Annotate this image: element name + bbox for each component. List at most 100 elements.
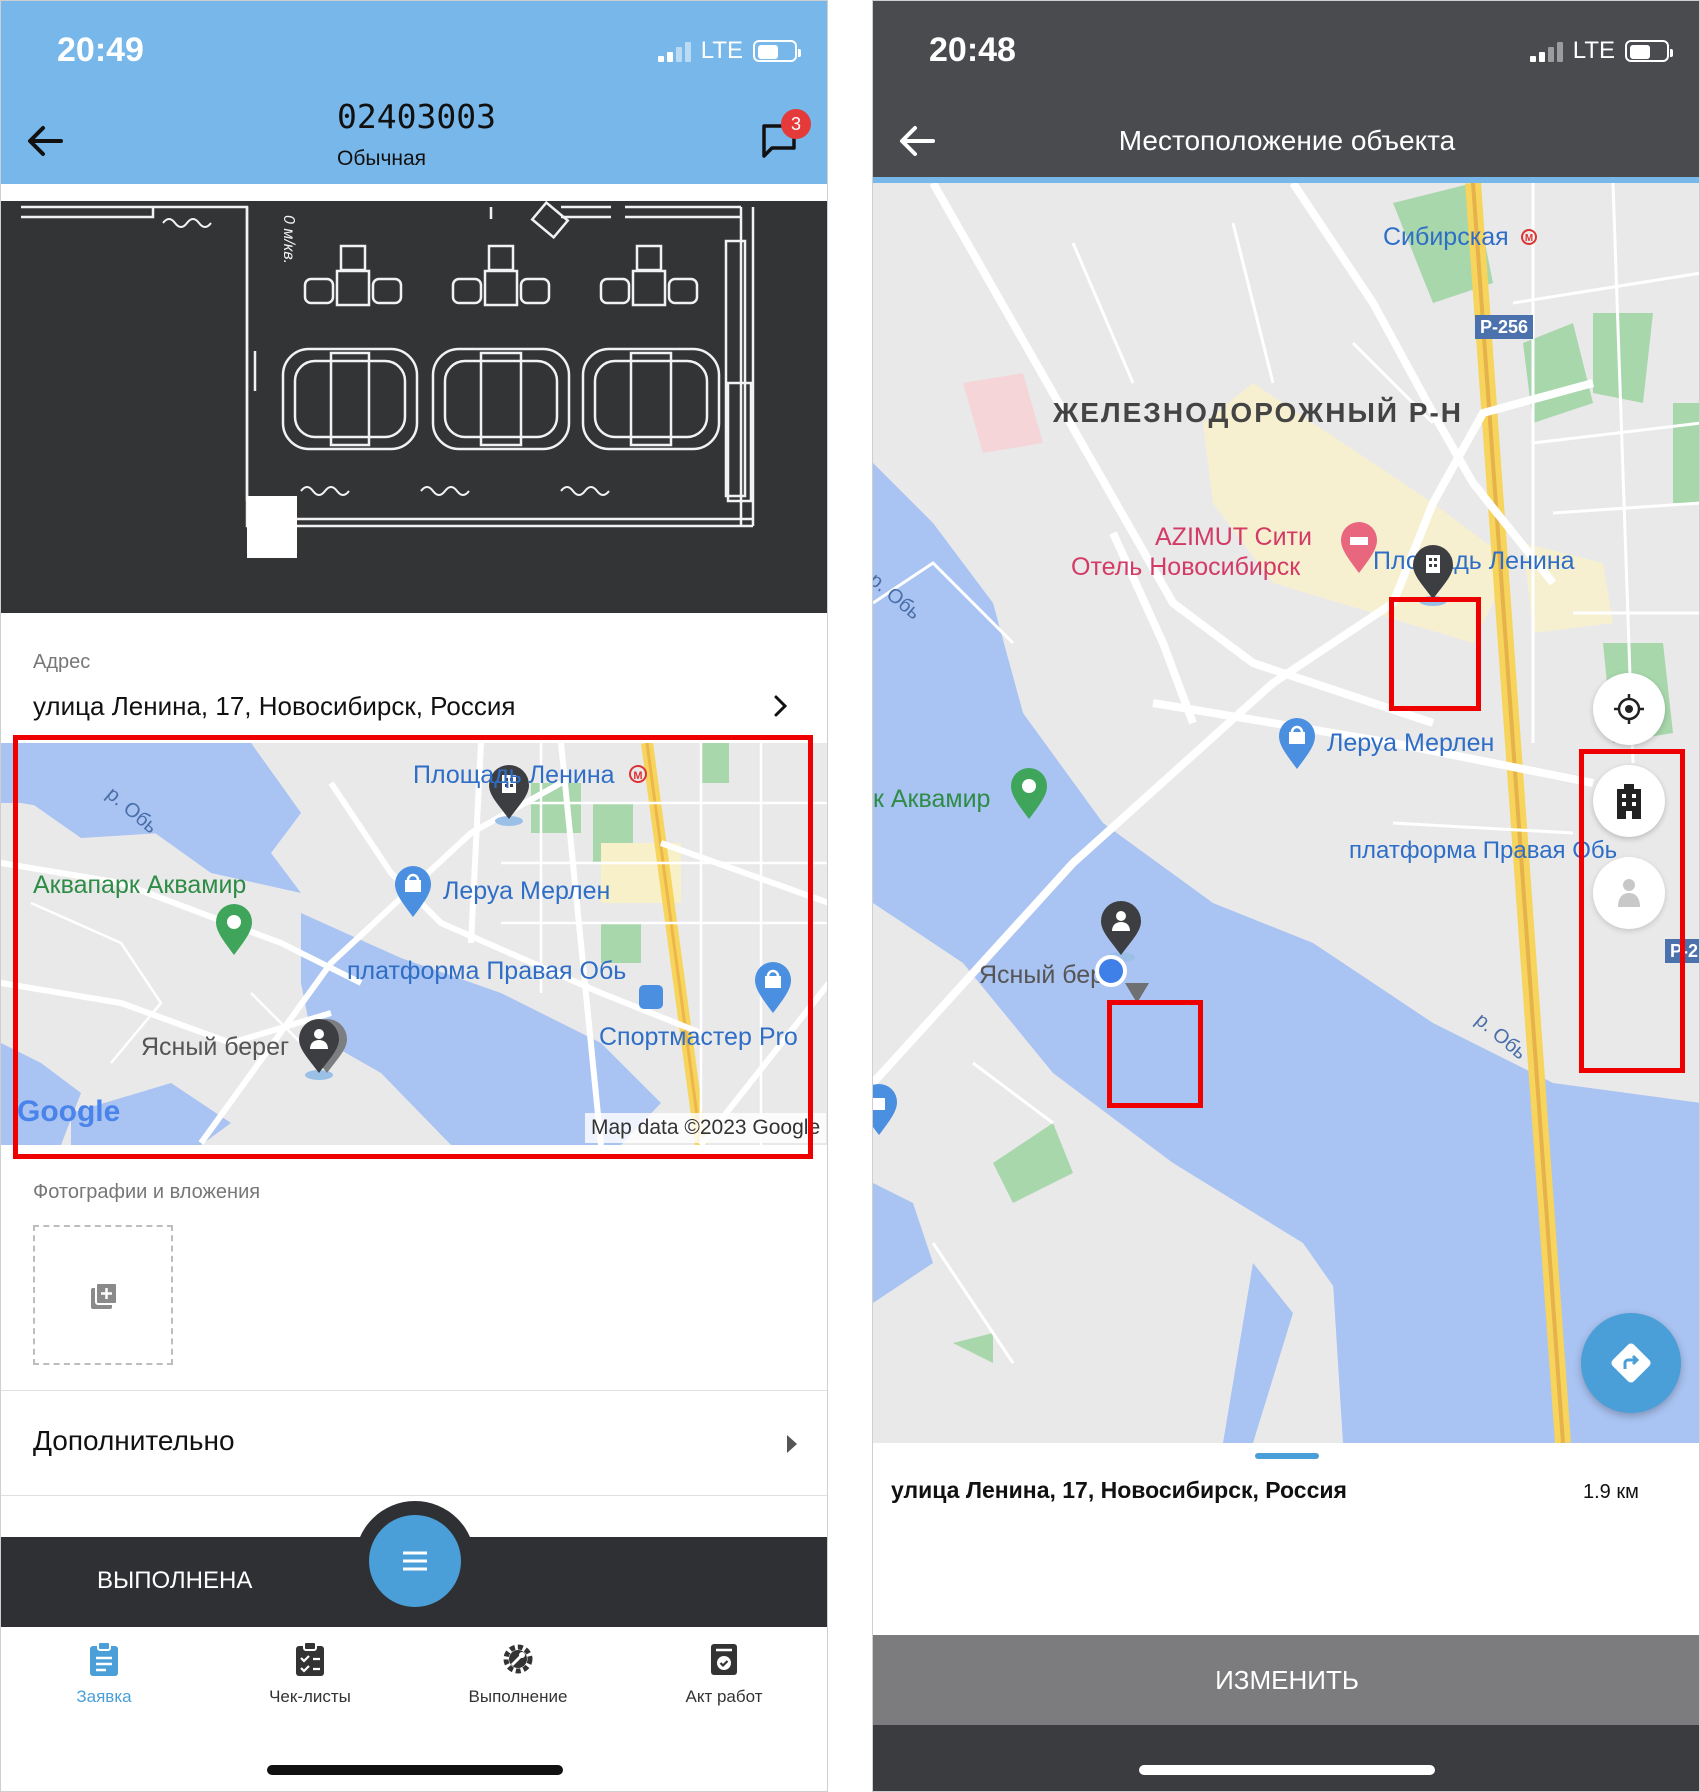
divider	[1, 1495, 827, 1496]
arrow-left-icon	[28, 126, 63, 156]
checklist-icon	[296, 1641, 324, 1676]
ticket-number: 02403003	[337, 97, 496, 136]
menu-icon	[403, 1551, 427, 1571]
bottom-sheet: улица Ленина, 17, Новосибирск, Россия 1.…	[873, 1443, 1699, 1635]
network-label: LTE	[700, 37, 743, 64]
app-header: 20:49 LTE 02403003 Обычная 3	[1, 1, 827, 184]
back-button[interactable]	[23, 119, 67, 163]
store-pin-icon[interactable]	[393, 865, 433, 917]
battery-icon	[753, 40, 801, 62]
triangle-right-icon	[787, 1435, 797, 1453]
object-marker-building[interactable]	[1411, 545, 1455, 607]
change-button[interactable]: ИЗМЕНИТЬ	[873, 1635, 1699, 1725]
map-label-aquapark: к Аквамир	[873, 785, 991, 813]
metro-icon: M	[1521, 229, 1537, 245]
floor-plan-image[interactable]: 0 м/кв.	[1, 201, 827, 613]
bottom-safe-area	[873, 1725, 1699, 1791]
building-icon	[1617, 784, 1641, 819]
route-button[interactable]	[1581, 1313, 1681, 1413]
map-label-store: Леруа Мерлен	[443, 877, 611, 905]
directions-icon	[1611, 1343, 1651, 1383]
aquapark-pin-icon[interactable]	[1009, 767, 1049, 819]
home-indicator	[267, 1765, 563, 1775]
show-object-button[interactable]	[1593, 765, 1665, 837]
gear-wrench-icon	[503, 1644, 533, 1674]
metro-icon: M	[629, 765, 647, 783]
right-screen: 20:48 LTE Местоположение объекта Сибирск…	[872, 0, 1700, 1792]
map-attribution: Map data ©2023 Google	[585, 1113, 827, 1143]
status-indicators: LTE	[1529, 37, 1673, 65]
tab-request[interactable]: Заявка	[19, 1641, 189, 1707]
crosshair-icon	[1614, 694, 1644, 724]
battery-icon	[1625, 40, 1673, 62]
map-label-station: Сибирская	[1383, 223, 1509, 251]
tab-label: Заявка	[76, 1687, 132, 1706]
location-map-drawing	[873, 183, 1699, 1443]
clipboard-icon	[90, 1641, 118, 1676]
address-label: Адрес	[33, 651, 91, 673]
tab-label: Выполнение	[468, 1687, 568, 1706]
train-icon	[639, 985, 663, 1009]
map-label-store: Леруа Мерлен	[1327, 729, 1495, 757]
google-logo: Google	[17, 1095, 121, 1128]
network-label: LTE	[1572, 37, 1615, 64]
map-label-district: Ясный берег	[141, 1033, 290, 1061]
map-label-hotel-1: AZIMUT Сити	[1155, 523, 1312, 551]
signal-icon	[657, 40, 691, 62]
floor-plan-drawing	[21, 201, 755, 558]
change-button-label: ИЗМЕНИТЬ	[1215, 1665, 1359, 1695]
map-label-aquapark: Аквапарк Аквамир	[33, 871, 247, 899]
store-pin-icon-2[interactable]	[873, 1083, 899, 1135]
map-preview[interactable]: M Площадь Ленина Леруа Мерлен Аквапарк А…	[1, 743, 827, 1145]
left-screen: 20:49 LTE 02403003 Обычная 3 0 м/кв. Адр…	[0, 0, 828, 1792]
sheet-address: улица Ленина, 17, Новосибирск, Россия	[891, 1477, 1347, 1503]
extra-label: Дополнительно	[33, 1425, 235, 1456]
sheet-distance: 1.9 км	[1583, 1481, 1639, 1503]
add-photo-icon	[91, 1282, 118, 1309]
tab-act[interactable]: Акт работ	[639, 1641, 809, 1707]
show-worker-button[interactable]	[1593, 857, 1665, 929]
status-time: 20:48	[929, 31, 1016, 69]
map-label-metro: Площадь Ленина	[413, 761, 615, 789]
chat-button[interactable]: 3	[759, 109, 811, 163]
store-pin-icon-2[interactable]	[753, 961, 793, 1013]
app-header: 20:48 LTE Местоположение объекта	[873, 1, 1699, 181]
chat-badge: 3	[781, 109, 811, 139]
worker-marker[interactable]	[297, 1019, 349, 1081]
map-label-hotel-2: Отель Новосибирск	[1071, 553, 1301, 581]
floor-plan-note: 0 м/кв.	[280, 215, 297, 265]
address-value: улица Ленина, 17, Новосибирск, Россия	[33, 691, 516, 721]
sofas	[281, 347, 721, 451]
ticket-priority: Обычная	[337, 147, 427, 170]
map-label-sport: Спортмастер Pro	[599, 1023, 798, 1051]
chevron-right-icon	[774, 695, 788, 717]
sheet-handle[interactable]	[1255, 1453, 1319, 1459]
page-title: Местоположение объекта	[1118, 125, 1456, 156]
menu-fab-button[interactable]	[369, 1515, 461, 1607]
worker-icon	[1618, 879, 1640, 907]
road-badge-2: Р-2	[1665, 939, 1699, 963]
tab-label: Акт работ	[685, 1687, 763, 1706]
status-time: 20:49	[57, 31, 144, 69]
home-indicator	[1139, 1765, 1435, 1775]
act-icon	[711, 1644, 737, 1675]
map-label-district: ЖЕЛЕЗНОДОРОЖНЫЙ Р-Н	[1053, 397, 1463, 428]
map-label-platform: платформа Правая Обь	[347, 957, 627, 985]
tab-label: Чек-листы	[269, 1687, 351, 1706]
locate-me-button[interactable]	[1593, 673, 1665, 745]
map-label-metro: Площадь Ленина	[1373, 547, 1575, 575]
tab-checklists[interactable]: Чек-листы	[225, 1641, 395, 1707]
road-badge-1: Р-256	[1475, 315, 1534, 339]
store-pin-icon[interactable]	[1277, 717, 1317, 769]
tab-execution[interactable]: Выполнение	[433, 1641, 603, 1707]
aquapark-pin-icon[interactable]	[214, 903, 254, 955]
status-indicators: LTE	[657, 37, 801, 65]
ticket-status-label: ВЫПОЛНЕНА	[97, 1567, 253, 1594]
location-map[interactable]: Сибирская M Р-256 Р-2 ЖЕЛЕЗНОДОРОЖНЫЙ Р-…	[873, 183, 1699, 1443]
add-attachment-button[interactable]	[33, 1225, 173, 1365]
extra-row[interactable]: Дополнительно	[1, 1391, 827, 1495]
signal-icon	[1529, 40, 1563, 62]
my-location-dot	[1095, 955, 1149, 1003]
attachments-label: Фотографии и вложения	[33, 1181, 261, 1203]
address-row[interactable]: улица Ленина, 17, Новосибирск, Россия	[1, 681, 827, 737]
